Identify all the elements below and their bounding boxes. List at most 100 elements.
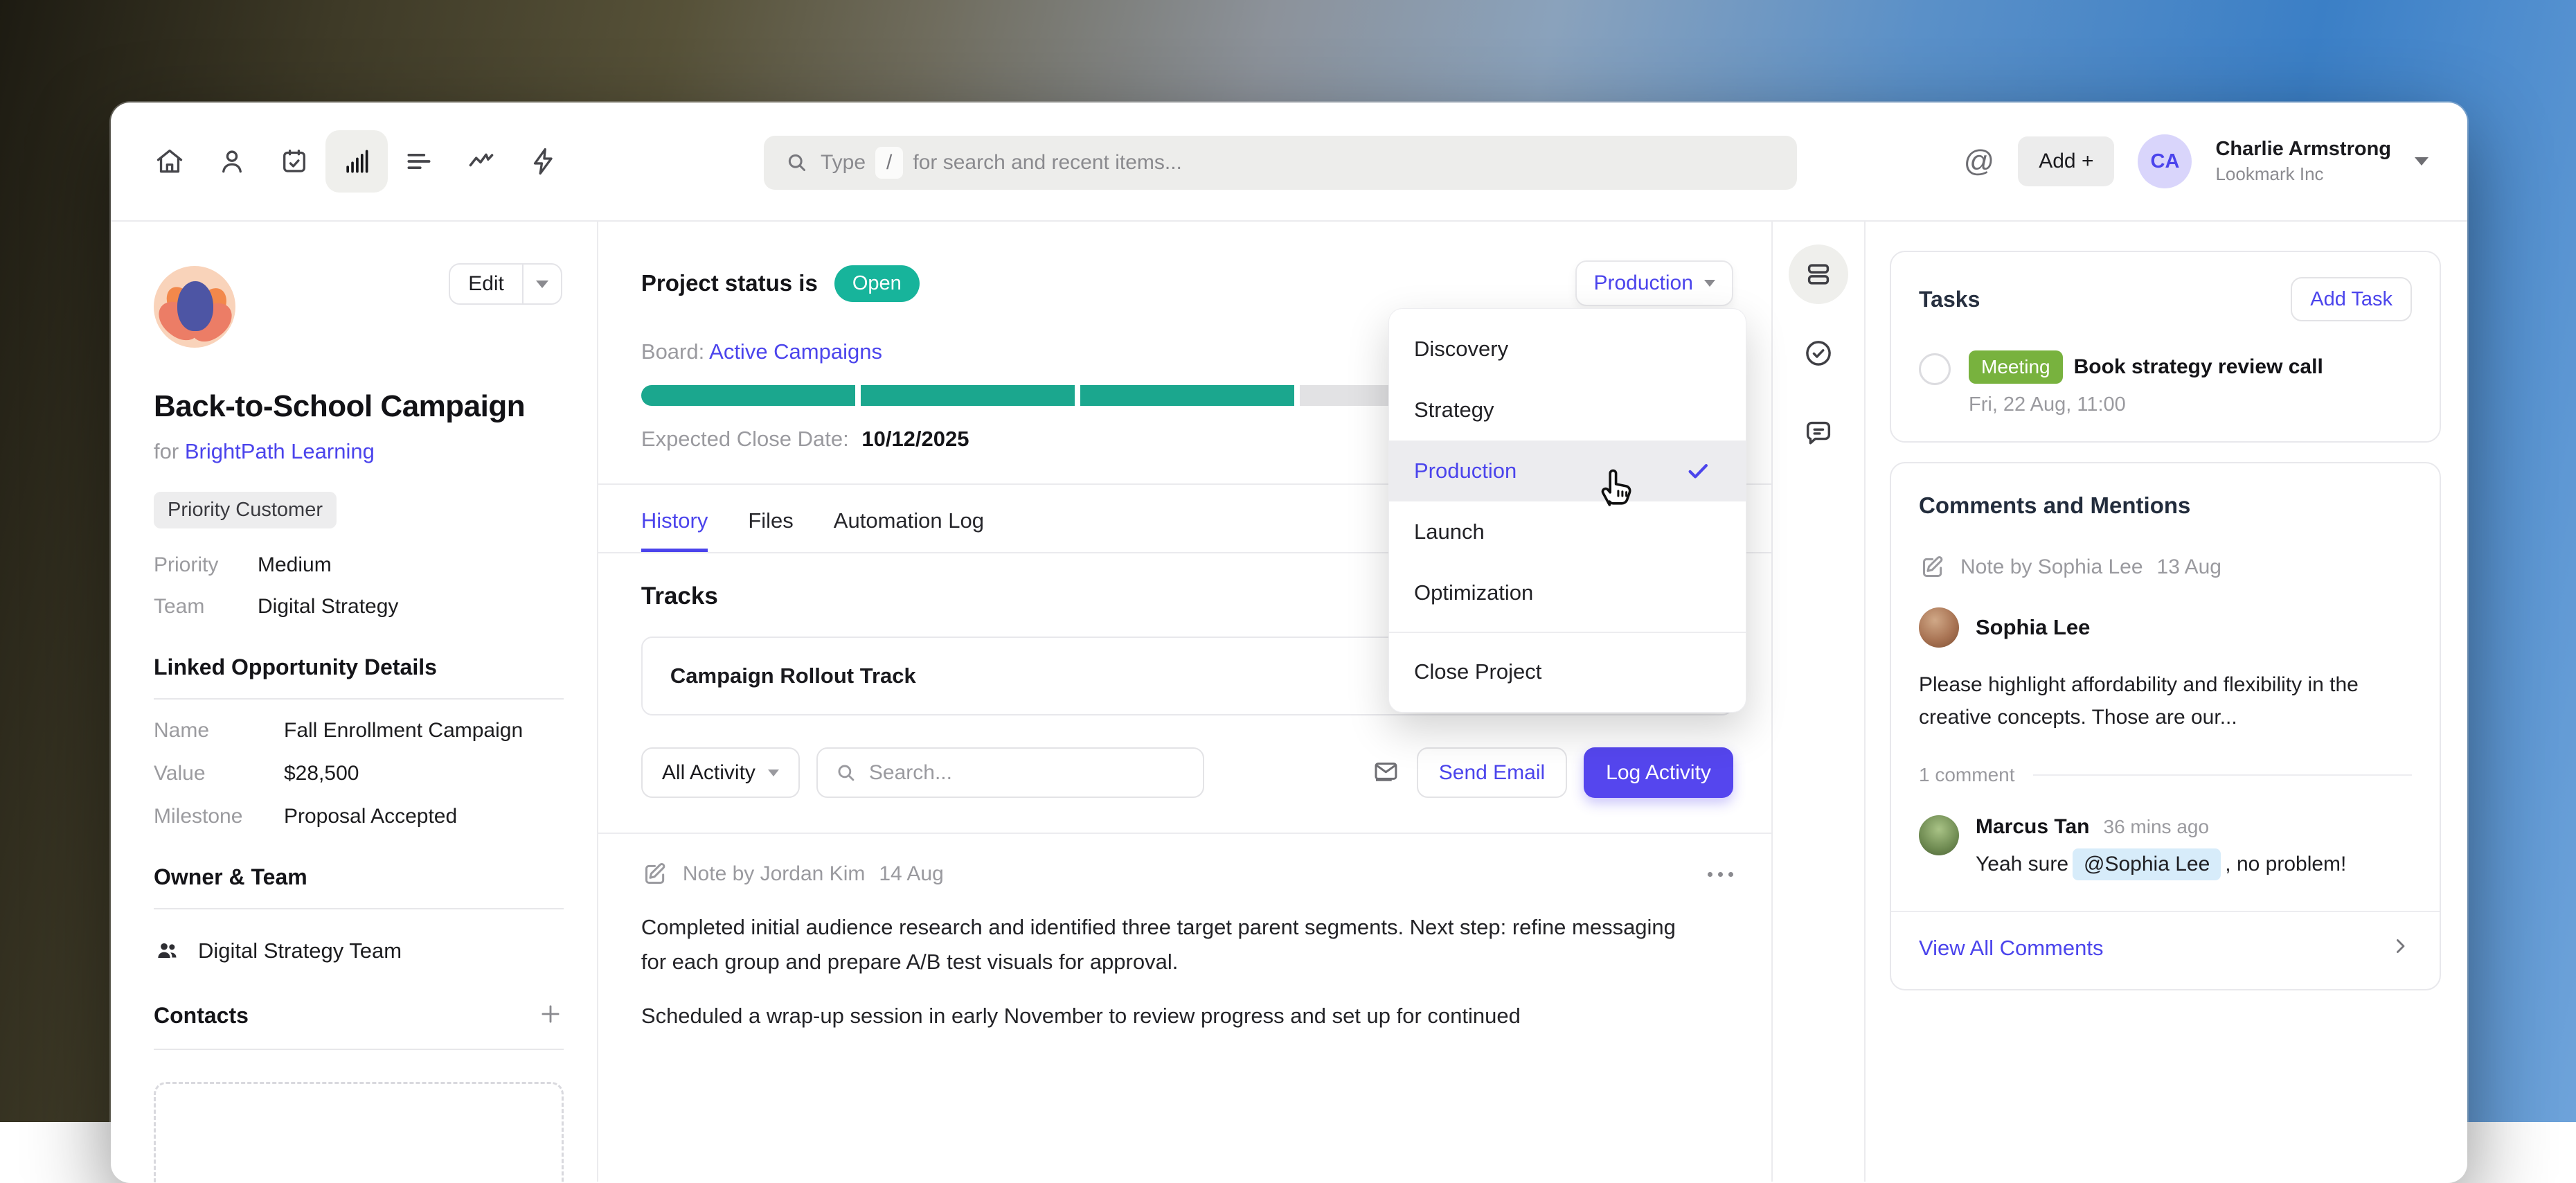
meeting-badge: Meeting xyxy=(1969,350,2063,384)
note-body-continued: Scheduled a wrap-up session in early Nov… xyxy=(641,999,1687,1033)
subtitle-prefix: for xyxy=(154,439,179,463)
divider xyxy=(154,908,564,909)
status-row: Project status is Open Production xyxy=(641,260,1733,306)
divider xyxy=(1389,632,1746,633)
top-navigation-bar: Type / for search and recent items... @ … xyxy=(111,103,2467,222)
board-link[interactable]: Active Campaigns xyxy=(709,339,882,364)
pointer-cursor xyxy=(1593,463,1643,513)
automation-bolt-icon[interactable] xyxy=(512,130,575,193)
align-list-icon[interactable] xyxy=(388,130,450,193)
divider xyxy=(154,1049,564,1050)
menu-item-production[interactable]: Production xyxy=(1389,441,1746,501)
tab-automation-log[interactable]: Automation Log xyxy=(834,508,984,552)
check-icon xyxy=(1683,456,1712,486)
note-meta-text: Note by Jordan Kim xyxy=(683,862,865,886)
menu-item-close-project[interactable]: Close Project xyxy=(1389,641,1746,702)
section-title: Contacts xyxy=(154,1003,249,1029)
mention-pill[interactable]: @Sophia Lee xyxy=(2073,848,2221,880)
check-circle-icon[interactable] xyxy=(1789,323,1848,383)
tab-files[interactable]: Files xyxy=(748,508,793,552)
field-value: Medium xyxy=(258,553,332,577)
calendar-check-icon[interactable] xyxy=(263,130,325,193)
activity-filter-button[interactable]: All Activity xyxy=(641,747,800,798)
analytics-bars-icon[interactable] xyxy=(325,130,388,193)
field-milestone: Milestone Proposal Accepted xyxy=(154,805,564,828)
comment-author-row: Sophia Lee xyxy=(1919,607,2412,648)
logo-petal xyxy=(177,281,213,331)
add-button[interactable]: Add + xyxy=(2018,136,2114,186)
chevron-down-icon[interactable] xyxy=(2415,157,2429,166)
slash-key: / xyxy=(875,147,903,179)
field-value: Fall Enrollment Campaign xyxy=(284,719,523,742)
company-link[interactable]: BrightPath Learning xyxy=(185,439,375,463)
empty-contacts-dropzone[interactable] xyxy=(154,1082,564,1183)
send-email-button[interactable]: Send Email xyxy=(1417,747,1567,798)
at-mention-icon[interactable]: @ xyxy=(1964,144,1995,179)
user-name: Charlie Armstrong xyxy=(2215,138,2391,161)
task-title: Book strategy review call xyxy=(2074,355,2323,379)
note-header: Note by Jordan Kim 14 Aug xyxy=(641,860,1733,888)
add-task-button[interactable]: Add Task xyxy=(2291,277,2412,321)
add-contact-plus-icon[interactable] xyxy=(537,1001,564,1031)
search-placeholder-prefix: Type xyxy=(821,151,866,175)
field-label: Value xyxy=(154,762,284,785)
stage-dropdown-button[interactable]: Production xyxy=(1575,260,1733,306)
note-pencil-icon xyxy=(641,860,669,888)
comment-text-prefix: Yeah sure xyxy=(1976,853,2068,876)
comments-footer[interactable]: View All Comments xyxy=(1891,911,2440,964)
activity-search-input[interactable]: Search... xyxy=(816,747,1204,798)
user-identity[interactable]: Charlie Armstrong Lookmark Inc xyxy=(2215,138,2391,185)
field-value: $28,500 xyxy=(284,762,359,785)
company-logo xyxy=(154,266,235,348)
commenter-name: Marcus Tan xyxy=(1976,815,2090,839)
progress-segment xyxy=(1080,385,1294,406)
edit-button[interactable]: Edit xyxy=(450,272,522,296)
search-icon xyxy=(834,761,858,785)
log-activity-button[interactable]: Log Activity xyxy=(1584,747,1733,798)
comment-note-body: Please highlight affordability and flexi… xyxy=(1919,668,2412,733)
trends-icon[interactable] xyxy=(450,130,512,193)
edit-dropdown-toggle[interactable] xyxy=(522,265,561,303)
divider xyxy=(598,833,1771,834)
menu-item-discovery[interactable]: Discovery xyxy=(1389,319,1746,380)
mail-icon[interactable] xyxy=(1371,756,1400,789)
section-title: Linked Opportunity Details xyxy=(154,655,564,680)
chat-bubble-icon[interactable] xyxy=(1789,402,1848,462)
menu-item-optimization[interactable]: Optimization xyxy=(1389,562,1746,623)
avatar xyxy=(1919,607,1959,648)
chevron-down-icon xyxy=(1704,280,1715,287)
field-label: Name xyxy=(154,719,284,742)
comments-title: Comments and Mentions xyxy=(1919,492,2412,519)
chevron-down-icon xyxy=(768,770,779,776)
view-all-comments-link[interactable]: View All Comments xyxy=(1919,936,2103,961)
ellipsis-icon[interactable] xyxy=(1708,872,1733,877)
track-name: Campaign Rollout Track xyxy=(670,664,916,688)
team-name: Digital Strategy Team xyxy=(198,939,402,963)
menu-item-label: Production xyxy=(1414,459,1517,483)
tab-history[interactable]: History xyxy=(641,508,708,552)
status-badge: Open xyxy=(834,265,920,302)
linked-opportunity-section: Linked Opportunity Details Name Fall Enr… xyxy=(154,655,564,828)
edit-split-button[interactable]: Edit xyxy=(449,263,562,305)
field-label: Milestone xyxy=(154,805,284,828)
comment-time: 36 mins ago xyxy=(2104,816,2210,838)
people-icon xyxy=(154,937,181,965)
menu-item-strategy[interactable]: Strategy xyxy=(1389,380,1746,441)
owner-team-section: Owner & Team Digital Strategy Team xyxy=(154,864,564,965)
home-icon[interactable] xyxy=(138,130,201,193)
team-row[interactable]: Digital Strategy Team xyxy=(154,937,564,965)
field-value-amount: Value $28,500 xyxy=(154,762,564,785)
contacts-icon[interactable] xyxy=(201,130,263,193)
close-date-label: Expected Close Date: xyxy=(641,427,849,451)
rows-icon[interactable] xyxy=(1789,244,1848,304)
contacts-section: Contacts xyxy=(154,1001,564,1183)
user-avatar[interactable]: CA xyxy=(2138,134,2192,188)
activity-filter-row: All Activity Search... Send Email Log Ac… xyxy=(641,747,1733,798)
global-search-input[interactable]: Type / for search and recent items... xyxy=(764,136,1797,190)
content-row: Edit Back-to-School Campaign for BrightP… xyxy=(111,222,2467,1182)
task-item[interactable]: Meeting Book strategy review call Fri, 2… xyxy=(1919,350,2412,416)
task-checkbox[interactable] xyxy=(1919,353,1951,385)
user-org: Lookmark Inc xyxy=(2215,163,2391,185)
filter-label: All Activity xyxy=(662,761,755,785)
menu-item-launch[interactable]: Launch xyxy=(1389,501,1746,562)
